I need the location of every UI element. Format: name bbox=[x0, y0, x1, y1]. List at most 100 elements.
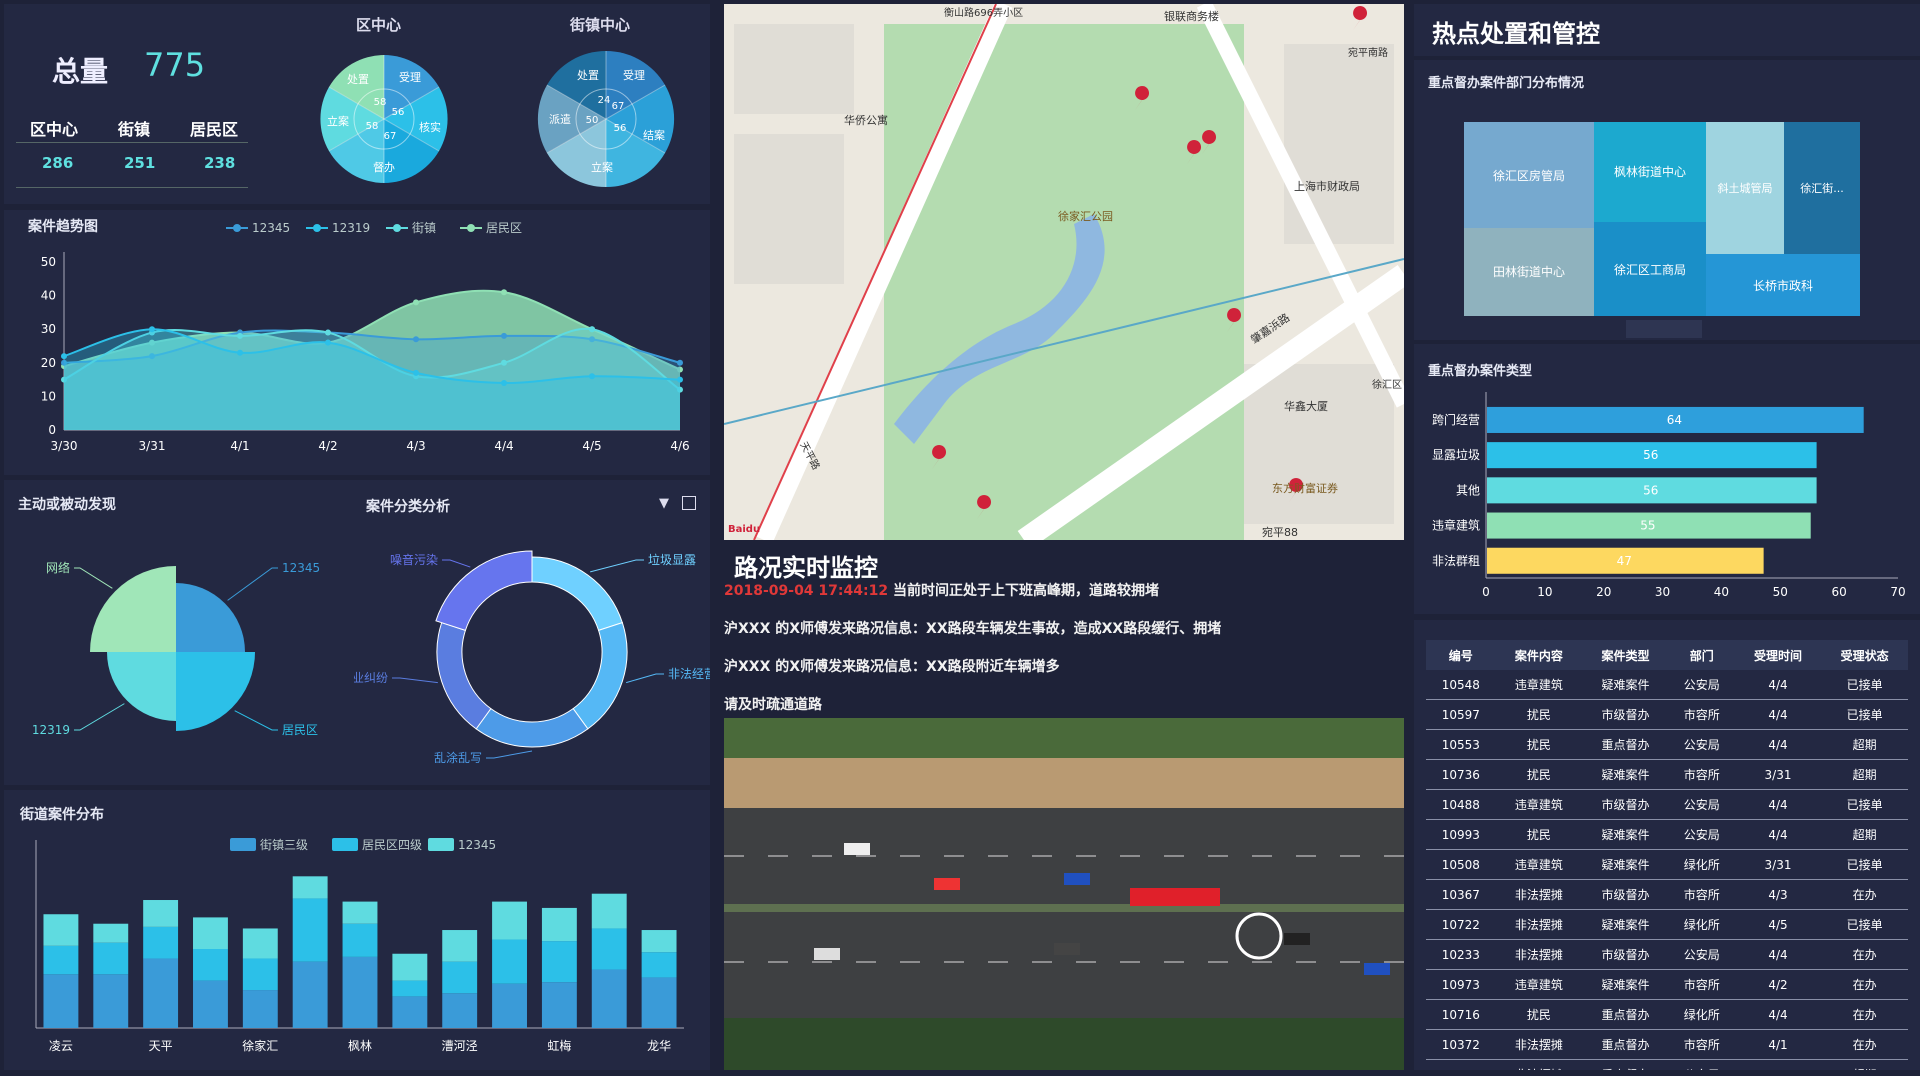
table-header-cell[interactable]: 受理时间 bbox=[1734, 640, 1822, 670]
table-cell: 4/4 bbox=[1734, 729, 1822, 760]
map-park bbox=[884, 24, 1244, 540]
car bbox=[1284, 933, 1310, 945]
table-row[interactable]: 10597 扰民 市级督办 市容所 4/4 已接单 bbox=[1426, 699, 1908, 730]
table-cell: 公安局 bbox=[1668, 789, 1735, 820]
table-row[interactable]: 10367 非法摆摊 市级督办 市容所 4/3 在办 bbox=[1426, 879, 1908, 910]
treemap-scroll[interactable] bbox=[1626, 320, 1702, 338]
table-header-cell[interactable]: 案件类型 bbox=[1582, 640, 1669, 670]
table-row[interactable]: 10657非法摆摊重点督办公安局4/2超期 bbox=[1426, 1059, 1908, 1070]
stacked-bar-segment bbox=[392, 996, 428, 1028]
table-scroll[interactable]: 编号 案件内容 案件类型 部门 受理时间 受理状态 10548 违章建筑 疑难案件 公安局 4/4… bbox=[1426, 640, 1908, 1070]
stat-label-street: 街镇 bbox=[118, 120, 151, 139]
discovery-panel: 主动或被动发现 案件分类分析 ▼ 12345 居民区 12319 网络 垃圾显露 非法经… bbox=[4, 480, 710, 785]
table-cell: 扰民 bbox=[1495, 699, 1583, 730]
stacked-bar-segment bbox=[242, 990, 278, 1028]
table-row[interactable]: 10548 违章建筑 疑难案件 公安局 4/4 已接单 bbox=[1426, 670, 1908, 700]
rose-label: 处置 bbox=[577, 69, 599, 82]
table-cell: 扰民 bbox=[1495, 819, 1583, 850]
y-tick-label: 0 bbox=[48, 423, 56, 437]
category-label: 显露垃圾 bbox=[1432, 447, 1480, 462]
treemap-panel: 重点督办案件部门分布情况 徐汇区房管局 田林街道中心 枫林街道中心 徐汇区工商局… bbox=[1414, 60, 1920, 340]
stacked-bar-segment bbox=[442, 993, 478, 1028]
table-header-cell[interactable]: 编号 bbox=[1426, 640, 1496, 670]
traffic-camera-view[interactable] bbox=[724, 718, 1404, 1070]
table-cell: 10993 bbox=[1426, 819, 1496, 850]
y-tick-label: 40 bbox=[41, 289, 56, 303]
stacked-bar-segment bbox=[342, 901, 378, 924]
trees-top bbox=[724, 718, 1404, 758]
map-view[interactable]: 衡山路696弄小区 华侨公寓 徐家汇公园 上海市财政局 银联商务楼 肇嘉浜路 华… bbox=[724, 4, 1404, 540]
stacked-bar-segment bbox=[492, 901, 527, 940]
stacked-bar-segment bbox=[392, 980, 428, 997]
table-cell: 非法摆摊 bbox=[1495, 1059, 1583, 1070]
stacked-bar-segment bbox=[591, 893, 627, 929]
stat-value-street: 251 bbox=[124, 154, 156, 172]
table-row[interactable]: 10553 扰民 重点督办 公安局 4/4 超期 bbox=[1426, 729, 1908, 760]
donut-label: 垃圾显露 bbox=[648, 552, 696, 567]
pie-slice bbox=[176, 652, 255, 731]
total-label: 总量 bbox=[52, 55, 109, 88]
x-tick-label: 4/1 bbox=[230, 439, 249, 453]
map-label: 衡山路696弄小区 bbox=[944, 6, 1023, 19]
x-tick-label: 4/3 bbox=[406, 439, 425, 453]
legend-marker bbox=[467, 224, 475, 232]
donut-leader-line bbox=[442, 559, 471, 568]
rose-inner: 58 bbox=[366, 121, 379, 132]
bar-value-label: 56 bbox=[1643, 448, 1658, 462]
stat-value-district: 286 bbox=[42, 154, 74, 172]
table-cell: 4/4 bbox=[1734, 939, 1822, 970]
legend-swatch bbox=[332, 838, 358, 851]
rose-title-street: 街镇中心 bbox=[570, 16, 631, 34]
legend-label: 居民区四级 bbox=[362, 838, 422, 852]
data-point bbox=[501, 332, 507, 339]
map-pin[interactable] bbox=[1353, 6, 1368, 30]
table-header-cell[interactable]: 案件内容 bbox=[1495, 640, 1583, 670]
donut-label: 噪音污染 bbox=[390, 552, 438, 567]
table-header-cell[interactable]: 受理状态 bbox=[1821, 640, 1908, 670]
table-row[interactable]: 10716 扰民 重点督办 绿化所 4/4 在办 bbox=[1426, 999, 1908, 1030]
table-cell: 市级督办 bbox=[1582, 789, 1669, 820]
table-row[interactable]: 10508 违章建筑 疑难案件 绿化所 3/31 已接单 bbox=[1426, 849, 1908, 880]
table-row[interactable]: 10722 非法摆摊 疑难案件 绿化所 4/5 已接单 bbox=[1426, 909, 1908, 940]
table-row[interactable]: 10993 扰民 疑难案件 公安局 4/4 超期 bbox=[1426, 819, 1908, 850]
treemap-label: 长桥市政科 bbox=[1753, 278, 1813, 293]
table-cell: 已接单 bbox=[1821, 670, 1908, 700]
table-cell: 疑难案件 bbox=[1582, 909, 1669, 940]
trees-bottom bbox=[724, 1018, 1404, 1070]
table-cell: 疑难案件 bbox=[1582, 969, 1669, 1000]
y-tick-label: 10 bbox=[41, 389, 56, 403]
table-cell: 4/3 bbox=[1734, 879, 1822, 910]
table-row[interactable]: 10488 违章建筑 市级督办 公安局 4/4 已接单 bbox=[1426, 789, 1908, 820]
rose-inner: 56 bbox=[392, 107, 405, 118]
rose-chart-district: 受理 核实 督办 立案 处置 56 67 58 58 bbox=[320, 55, 448, 183]
data-point bbox=[413, 369, 419, 376]
road-timestamp: 2018-09-04 17:44:12 bbox=[724, 583, 889, 599]
table-cell: 疑难案件 bbox=[1582, 819, 1669, 850]
map-label: 华侨公寓 bbox=[844, 113, 888, 127]
table-row[interactable]: 10372 非法摆摊 重点督办 市容所 4/1 在办 bbox=[1426, 1029, 1908, 1060]
x-tick-label: 3/31 bbox=[139, 439, 166, 453]
donut-slice bbox=[435, 550, 533, 631]
stacked-bar-segment bbox=[591, 928, 627, 970]
table-cell: 重点督办 bbox=[1582, 1029, 1669, 1060]
table-header-cell[interactable]: 部门 bbox=[1668, 640, 1735, 670]
table-cell: 绿化所 bbox=[1668, 999, 1735, 1030]
table-row[interactable]: 10736 扰民 疑难案件 市容所 3/31 超期 bbox=[1426, 759, 1908, 790]
treemap-label: 斜土城管局 bbox=[1718, 181, 1773, 195]
pie-label: 居民区 bbox=[282, 723, 318, 737]
donut-label: 乱涂乱写 bbox=[434, 750, 482, 765]
treemap-label: 徐汇街... bbox=[1800, 181, 1844, 195]
table-cell: 公安局 bbox=[1668, 670, 1735, 700]
table-cell: 10367 bbox=[1426, 879, 1496, 910]
rose-label: 核实 bbox=[419, 120, 441, 134]
stacked-bar-segment bbox=[342, 923, 378, 957]
donut-slice bbox=[475, 707, 589, 748]
pie-leader-line bbox=[74, 567, 113, 589]
table-cell: 4/1 bbox=[1734, 1029, 1822, 1060]
pie-slice bbox=[176, 583, 245, 652]
table-row[interactable]: 10233 非法摆摊 市级督办 公安局 4/4 在办 bbox=[1426, 939, 1908, 970]
legend-label: 街镇 bbox=[412, 221, 436, 235]
x-tick-label: 10 bbox=[1537, 585, 1552, 599]
table-row[interactable]: 10973 违章建筑 疑难案件 市容所 4/2 在办 bbox=[1426, 969, 1908, 1000]
treemap-label: 徐汇区工商局 bbox=[1614, 262, 1686, 277]
